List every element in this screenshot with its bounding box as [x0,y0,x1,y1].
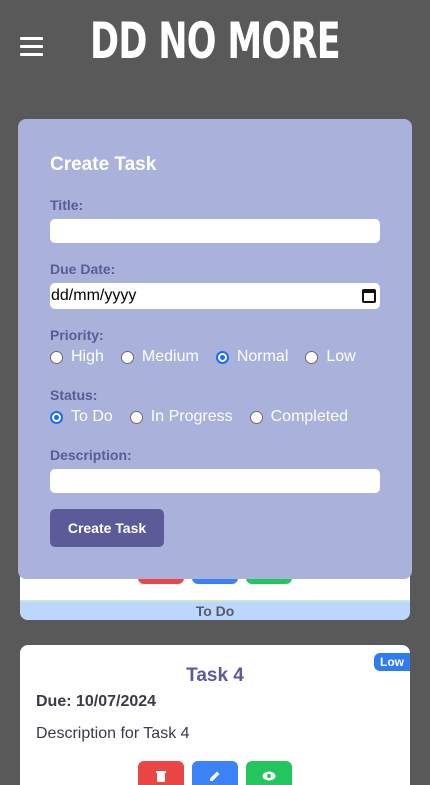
due-date-placeholder: dd/mm/yyyy [51,287,137,304]
description-label: Description: [50,447,132,463]
description-input[interactable] [50,469,380,493]
priority-radio-normal[interactable] [215,350,229,364]
hamburger-menu-icon[interactable] [20,37,44,57]
priority-radio-low[interactable] [305,350,319,364]
status-radio-todo[interactable] [50,410,63,424]
status-option-label: Completed [270,408,348,425]
priority-option-label: High [71,348,104,365]
priority-radio-high[interactable] [50,350,63,364]
priority-label: Priority: [50,327,104,343]
app-logo: DD NO MORE [90,12,341,70]
view-button[interactable] [246,761,292,785]
title-label: Title: [50,197,84,213]
create-task-button[interactable]: Create Task [50,509,164,547]
priority-badge: Low [374,653,410,671]
status-option-label: To Do [71,408,113,425]
task-title: Task 4 [186,665,244,686]
due-date-label: Due Date: [50,261,116,277]
form-title: Create Task [50,154,157,175]
status-bar: To Do [20,600,410,620]
priority-option-label: Medium [141,348,199,365]
priority-radio-medium[interactable] [120,350,134,364]
due-date-input[interactable]: dd/mm/yyyy [50,283,380,309]
status-radio-in-progress[interactable] [129,410,143,424]
status-radio-completed[interactable] [249,410,263,424]
create-task-form: Create Task Title: Due Date: dd/mm/yyyy … [18,119,412,579]
header: DD NO MORE [0,0,430,90]
task-card: Task 4 Low Due: 10/07/2024 Description f… [20,645,410,785]
calendar-icon[interactable] [362,289,376,303]
priority-option-label: Low [326,348,356,365]
priority-option-label: Normal [236,348,289,365]
status-option-label: In Progress [150,408,233,425]
task-due-date: Due: 10/07/2024 [36,693,157,710]
trash-icon [156,771,166,782]
priority-radio-group: High Medium Normal Low [50,348,373,366]
title-input[interactable] [50,219,380,243]
delete-button[interactable] [138,761,184,785]
eye-icon [262,771,276,781]
task-description: Description for Task 4 [36,725,190,742]
pencil-icon [210,771,220,781]
edit-button[interactable] [192,761,238,785]
status-radio-group: To Do In Progress Completed [50,408,365,426]
status-label: Status: [50,387,98,403]
